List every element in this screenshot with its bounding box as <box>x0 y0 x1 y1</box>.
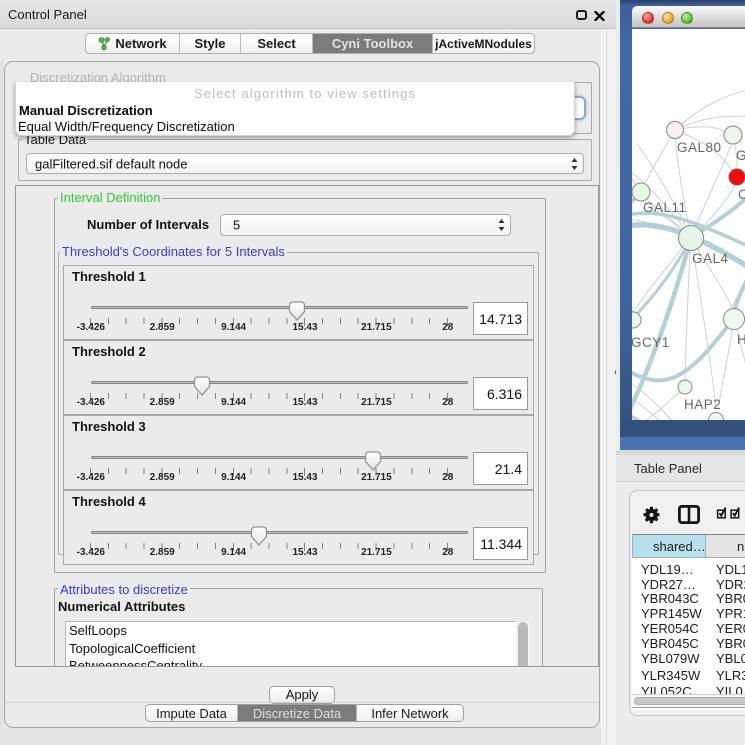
svg-text:GCY1: GCY1 <box>632 335 670 350</box>
svg-text:C: C <box>738 187 745 202</box>
svg-text:GA: GA <box>736 148 745 163</box>
svg-text:HAP2: HAP2 <box>684 397 721 412</box>
svg-text:H: H <box>737 332 745 347</box>
svg-text:GAL80: GAL80 <box>677 140 722 155</box>
svg-text:GAL11: GAL11 <box>643 200 687 215</box>
svg-text:GAL4: GAL4 <box>692 251 729 266</box>
